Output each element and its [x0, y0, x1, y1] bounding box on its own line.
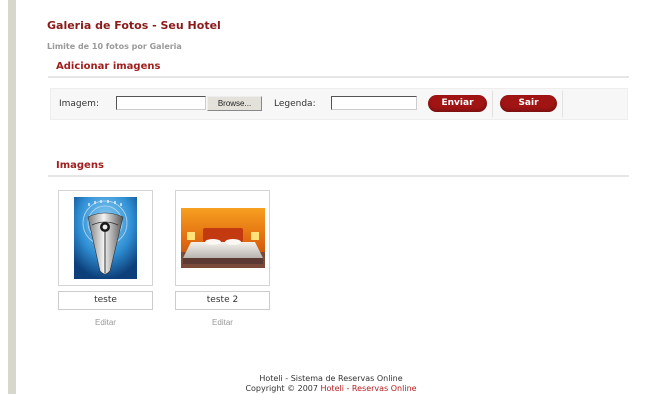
caption-input[interactable]: [331, 96, 417, 110]
footer-home-link[interactable]: Hoteli - Reservas Online: [321, 384, 417, 393]
button-separator: [492, 91, 493, 117]
gallery-page: Galeria de Fotos - Seu Hotel Limite de 1…: [16, 0, 657, 394]
photo-thumbnail[interactable]: [58, 190, 153, 286]
hotel-bed-photo-icon: [181, 208, 265, 268]
browse-button[interactable]: Browse...: [207, 96, 262, 111]
image-label: Imagem:: [59, 99, 99, 109]
edit-photo-link[interactable]: Editar: [175, 318, 270, 327]
photo-thumbnail[interactable]: [175, 190, 270, 286]
section-divider: [48, 175, 629, 177]
left-border-bar: [8, 0, 16, 394]
file-path-input[interactable]: [116, 96, 206, 110]
photo-caption: teste: [58, 291, 153, 310]
gallery-limit-note: Limite de 10 fotos por Galeria: [47, 42, 182, 51]
fountain-pen-photo-icon: [74, 197, 137, 279]
footer-copyright: Copyright © 2007 Hoteli - Reservas Onlin…: [196, 384, 466, 394]
edit-photo-link[interactable]: Editar: [58, 318, 153, 327]
upload-form: Imagem: Browse... Legenda: Enviar Sair: [50, 88, 628, 120]
page-title: Galeria de Fotos - Seu Hotel: [47, 19, 221, 32]
images-heading: Imagens: [56, 160, 104, 171]
send-button[interactable]: Enviar: [428, 95, 487, 112]
add-images-heading: Adicionar imagens: [56, 61, 161, 72]
exit-button[interactable]: Sair: [500, 95, 557, 112]
footer: Hoteli - Sistema de Reservas Online Copy…: [196, 374, 466, 394]
caption-label: Legenda:: [274, 99, 316, 109]
button-separator: [562, 91, 563, 117]
copyright-text: Copyright © 2007: [245, 384, 321, 393]
photo-caption: teste 2: [175, 291, 270, 310]
section-divider: [48, 76, 629, 78]
footer-system-name: Hoteli - Sistema de Reservas Online: [259, 374, 403, 383]
